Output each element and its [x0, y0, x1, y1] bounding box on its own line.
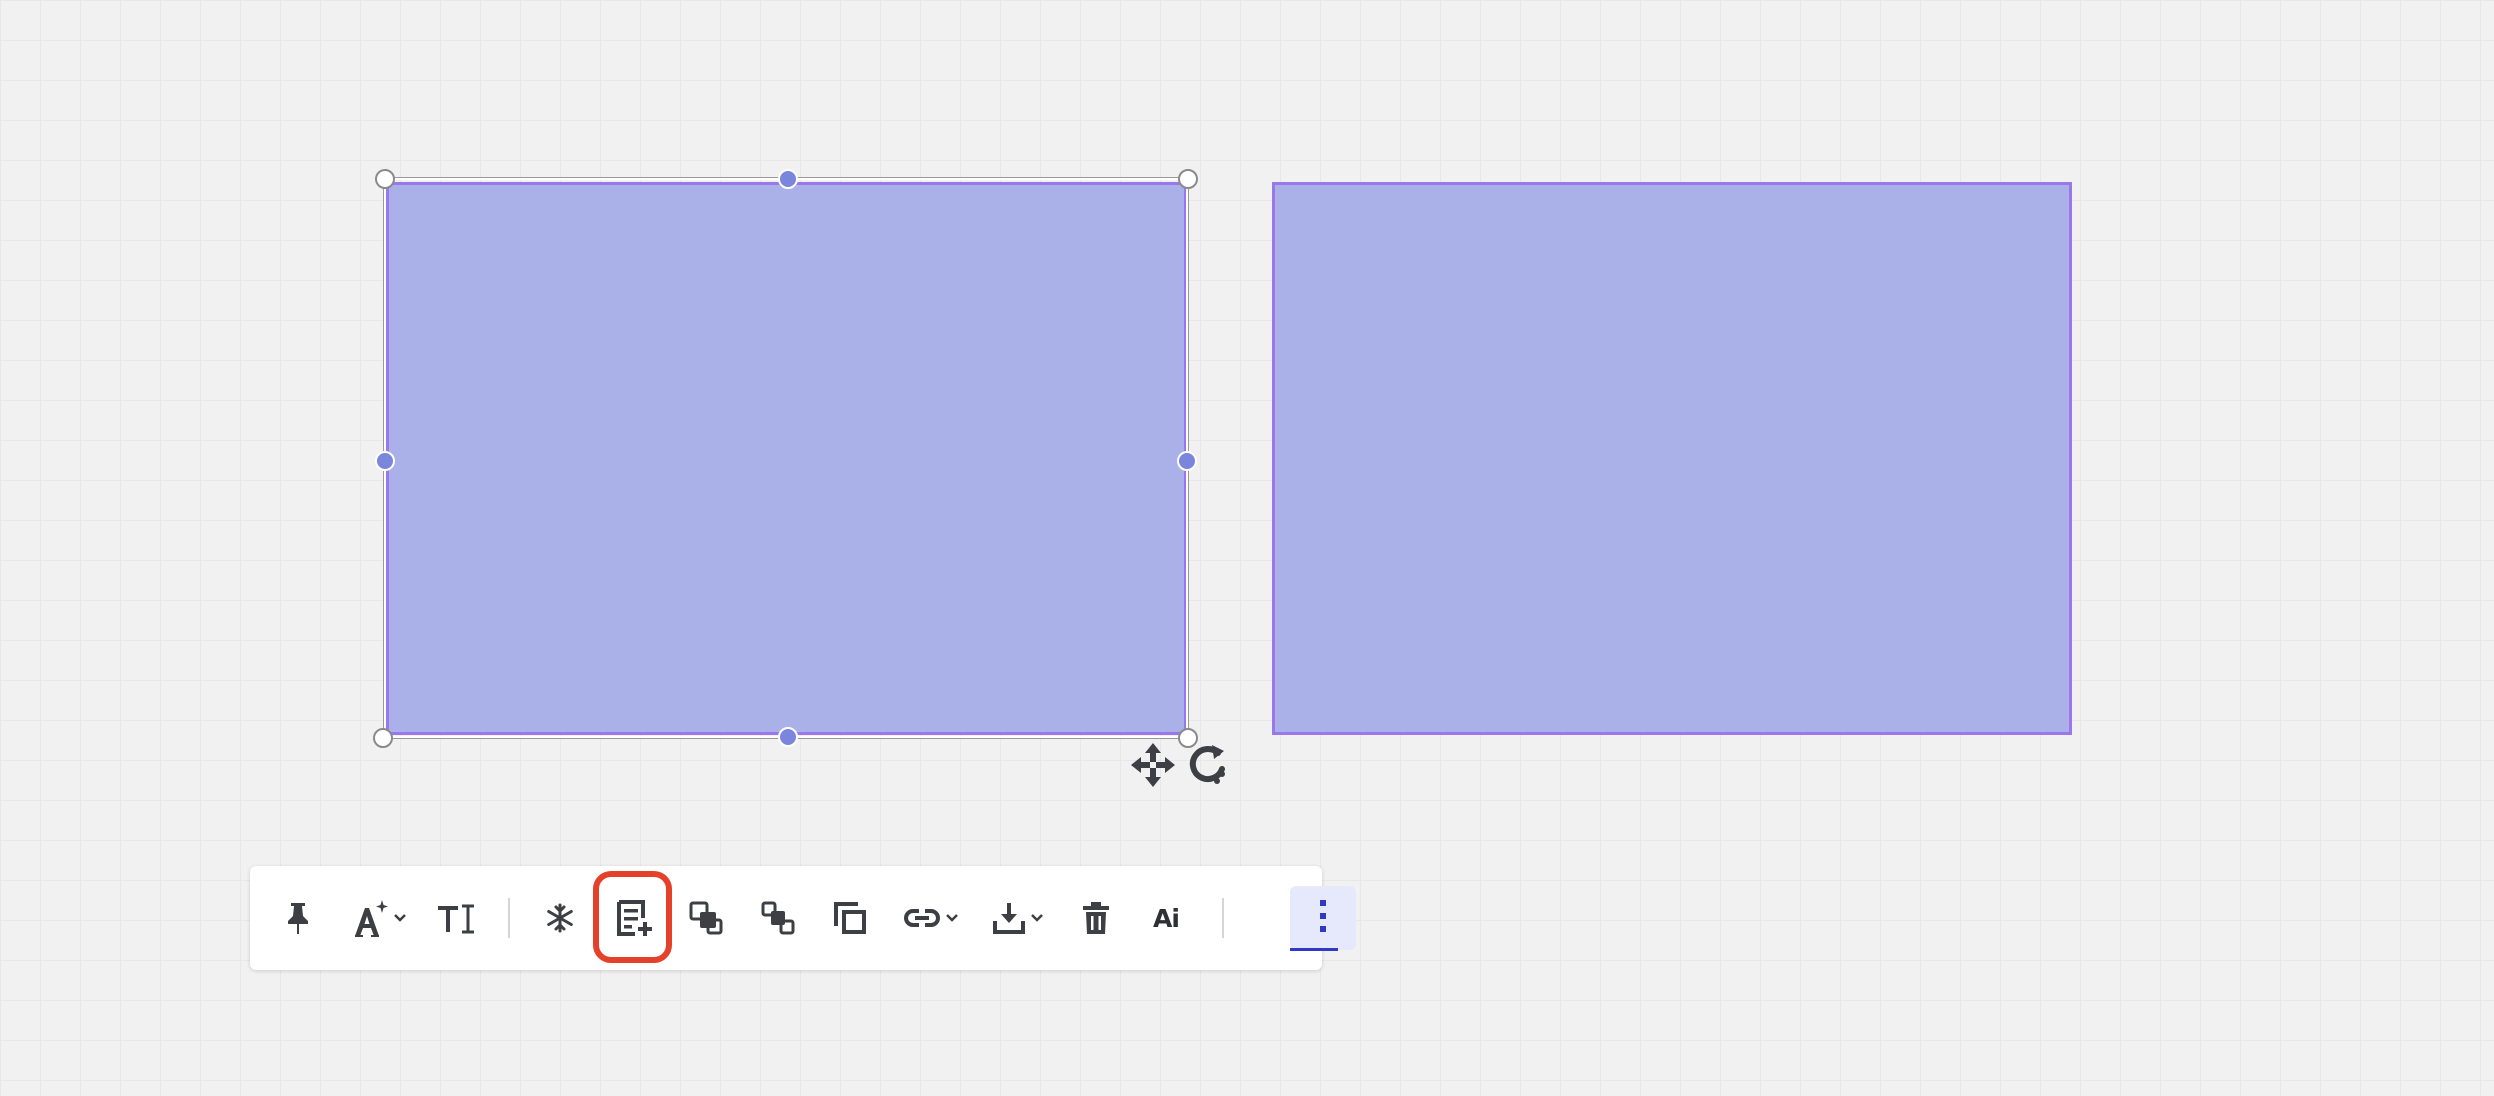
- trash-icon: [1081, 901, 1111, 935]
- download-icon: [992, 901, 1026, 935]
- toolbar-divider: [1222, 898, 1224, 938]
- resize-handle-top-left[interactable]: [375, 169, 395, 189]
- link-button[interactable]: [898, 892, 964, 944]
- ai-icon: Ai: [1153, 903, 1180, 933]
- resize-handle-top-center[interactable]: [778, 169, 798, 189]
- chevron-down-icon: [393, 913, 407, 923]
- delete-button[interactable]: [1076, 892, 1116, 944]
- duplicate-icon: [832, 900, 868, 936]
- send-backward-button[interactable]: [758, 892, 798, 944]
- pin-icon: [285, 901, 311, 935]
- chevron-down-icon: [1030, 913, 1044, 923]
- pin-button[interactable]: [280, 892, 316, 944]
- rectangle-shape-right[interactable]: [1272, 182, 2072, 735]
- text-add-icon: [615, 898, 653, 938]
- resize-handle-bottom-center[interactable]: [778, 727, 798, 747]
- text-size-icon: [436, 902, 476, 934]
- add-text-button[interactable]: [610, 892, 658, 944]
- chevron-down-icon: [945, 913, 959, 923]
- send-backward-icon: [760, 900, 796, 936]
- duplicate-button[interactable]: [830, 892, 870, 944]
- more-options-button[interactable]: [1290, 886, 1356, 950]
- link-icon: [903, 906, 941, 930]
- rectangle-shape-left[interactable]: [386, 182, 1187, 735]
- move-arrows-icon[interactable]: [1129, 741, 1177, 789]
- download-button[interactable]: [986, 892, 1050, 944]
- toolbar-divider: [508, 898, 510, 938]
- freeze-button[interactable]: [540, 892, 580, 944]
- more-vertical-icon: [1318, 898, 1328, 939]
- resize-handle-bottom-left[interactable]: [373, 728, 393, 748]
- rotate-icon[interactable]: [1184, 741, 1232, 789]
- resize-handle-top-right[interactable]: [1178, 169, 1198, 189]
- font-sparkle-icon: [351, 898, 389, 938]
- resize-handle-middle-right[interactable]: [1177, 451, 1197, 471]
- active-indicator: [1290, 948, 1338, 951]
- ai-button[interactable]: Ai: [1144, 892, 1188, 944]
- bring-forward-icon: [688, 900, 724, 936]
- shape-toolbar: Ai: [250, 866, 1356, 970]
- text-size-button[interactable]: [434, 892, 478, 944]
- text-style-button[interactable]: [346, 892, 412, 944]
- resize-handle-middle-left[interactable]: [375, 451, 395, 471]
- bring-forward-button[interactable]: [686, 892, 726, 944]
- snowflake-icon: [545, 903, 575, 933]
